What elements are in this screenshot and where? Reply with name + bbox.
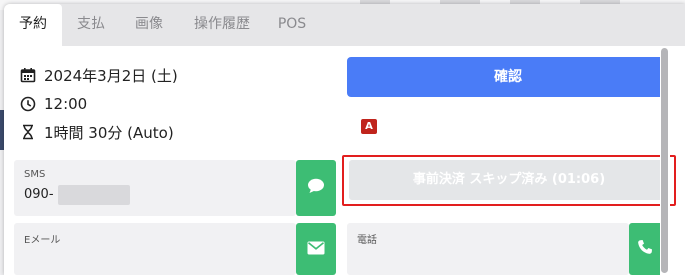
reservation-duration: 1時間 30分 (Auto) [44,123,174,142]
reservation-content: 2024年3月2日 (土) 12:00 1時間 30分 (Auto) 確認 A … [4,46,685,275]
phone-call-button[interactable] [629,223,660,275]
email-field[interactable]: Eメール [14,223,296,275]
duration-row: 1時間 30分 (Auto) [20,122,174,142]
letter-a-badge: A [361,119,377,134]
reservation-time: 12:00 [44,95,88,113]
confirm-button[interactable]: 確認 [347,57,669,97]
calendar-icon [20,67,36,83]
phone-label: 電話 [357,235,377,246]
time-row: 12:00 [20,94,87,114]
hourglass-icon [20,124,36,140]
scrollbar[interactable] [660,46,670,275]
reservation-date: 2024年3月2日 (土) [44,66,178,85]
phone-icon [637,239,653,259]
sms-number-redacted [58,185,130,205]
sms-number-visible: 090- [24,187,54,202]
sms-field[interactable]: SMS 090- [14,160,296,216]
date-row: 2024年3月2日 (土) [20,65,178,85]
reservation-panel: 予約 支払 画像 操作履歴 POS 2024年3月2日 (土) 12:00 1時… [4,4,685,275]
tab-reservation[interactable]: 予約 [4,4,62,46]
scrollbar-thumb[interactable] [661,48,668,273]
sms-label: SMS [24,169,46,180]
tab-payment[interactable]: 支払 [62,4,120,46]
tab-pos[interactable]: POS [266,4,318,46]
tab-history[interactable]: 操作履歴 [178,4,266,46]
tab-images[interactable]: 画像 [120,4,178,46]
chat-bubble-icon [307,178,325,198]
tab-bar: 予約 支払 画像 操作履歴 POS [4,4,685,46]
envelope-icon [307,240,325,259]
email-label: Eメール [24,235,61,246]
sms-send-button[interactable] [296,160,336,216]
phone-field[interactable]: 電話 [347,223,629,275]
clock-icon [20,96,36,112]
email-send-button[interactable] [296,223,336,275]
prepayment-skipped-button[interactable]: 事前決済 スキップ済み (01:06) [349,160,669,200]
